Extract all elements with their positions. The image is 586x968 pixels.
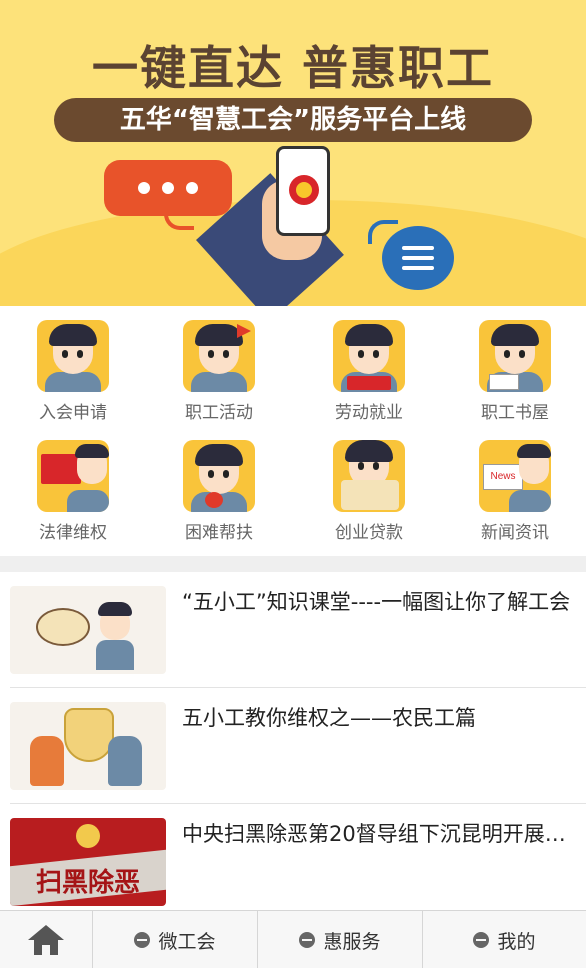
minus-circle-icon [299,932,316,948]
grid-item-employment[interactable]: 劳动就业 [296,306,442,424]
tab-home[interactable] [0,911,92,968]
grid-item-label: 困难帮扶 [185,523,253,543]
membership-icon [37,320,109,392]
grid-item-bookroom[interactable]: 职工书屋 [442,306,586,424]
grid-item-activity[interactable]: 职工活动 [146,306,292,424]
thumbnail-caption: 扫黑除恶 [35,868,140,898]
news-title: 中央扫黑除恶第20督导组下沉昆明开展督导 [182,822,578,846]
grid-item-label: 法律维权 [39,523,107,543]
service-grid: 入会申请 职工活动 劳动就业 职工书屋 法律维权 困难帮扶 创业贷款 News … [0,306,586,556]
section-divider [0,556,586,572]
menu-bubble-icon [368,220,454,290]
home-icon [28,925,64,955]
grid-item-label: 创业贷款 [335,523,403,543]
chat-bubble-icon [104,160,232,230]
grid-item-label: 新闻资讯 [481,523,549,543]
startup-loan-icon [333,440,405,512]
news-thumbnail [10,586,166,674]
news-item[interactable]: 扫黑除恶 中央扫黑除恶第20督导组下沉昆明开展督导 [0,804,586,920]
bottom-tabbar: 微工会 惠服务 我的 [0,910,586,968]
banner-subtitle: 五华“智慧工会”服务平台上线 [54,98,532,142]
app-page: 一键直达 普惠职工 五华“智慧工会”服务平台上线 入会申请 职工活动 劳动就业 … [0,0,586,968]
news-icon: News [479,440,551,512]
minus-circle-icon [473,932,490,948]
news-thumbnail [10,702,166,790]
grid-item-legal[interactable]: 法律维权 [0,426,146,544]
emblem-icon [76,824,100,848]
banner-headline: 一键直达 普惠职工 [91,41,494,95]
grid-item-membership[interactable]: 入会申请 [0,306,146,424]
news-title: “五小工”知识课堂----一幅图让你了解工会 [182,590,571,614]
grid-item-label: 职工活动 [185,403,253,423]
legal-rights-icon [37,440,109,512]
news-thumbnail: 扫黑除恶 [10,818,166,906]
activity-flag-icon [183,320,255,392]
union-logo-icon [289,175,319,205]
news-item[interactable]: 五小工教你维权之——农民工篇 [0,688,586,804]
tab-micro-union[interactable]: 微工会 [92,911,257,968]
news-title: 五小工教你维权之——农民工篇 [182,706,476,730]
promo-banner[interactable]: 一键直达 普惠职工 五华“智慧工会”服务平台上线 [0,0,586,306]
employment-icon [333,320,405,392]
grid-item-loan[interactable]: 创业贷款 [296,426,442,544]
grid-item-label: 劳动就业 [335,403,403,423]
hardship-aid-icon [183,440,255,512]
grid-item-label: 入会申请 [39,403,107,423]
grid-item-news[interactable]: News 新闻资讯 [442,426,586,544]
tab-benefit-services[interactable]: 惠服务 [257,911,422,968]
grid-item-hardship[interactable]: 困难帮扶 [146,426,292,544]
news-item[interactable]: “五小工”知识课堂----一幅图让你了解工会 [0,572,586,688]
bookroom-icon [479,320,551,392]
tab-label: 我的 [497,930,536,953]
tab-mine[interactable]: 我的 [422,911,586,968]
tab-label: 微工会 [158,930,216,953]
grid-item-label: 职工书屋 [481,403,549,423]
minus-circle-icon [134,932,151,948]
tab-label: 惠服务 [323,930,381,953]
phone-illustration [276,146,330,236]
